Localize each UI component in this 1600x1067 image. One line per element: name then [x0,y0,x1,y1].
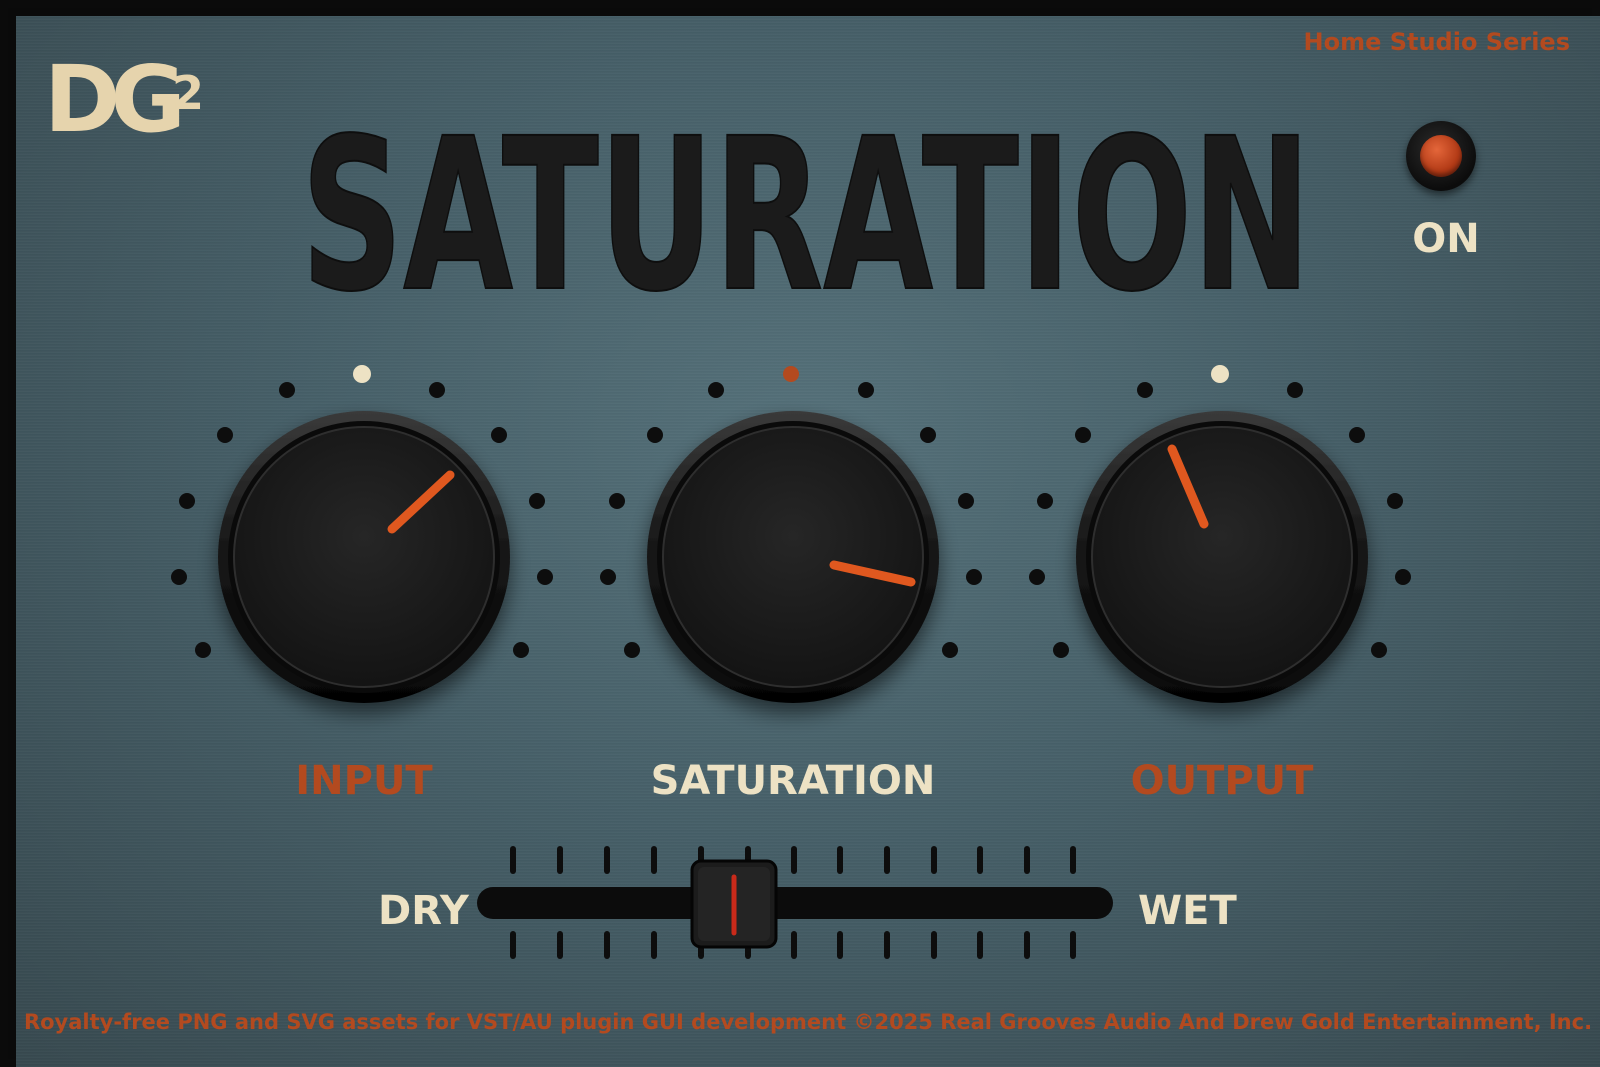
saturation-center-marker [783,366,799,382]
output-center-marker [1211,365,1229,383]
slider-handle[interactable] [690,859,778,949]
input-center-marker [353,365,371,383]
window-frame: Home Studio Series DG 2 SATURATION ON IN… [0,0,1600,1067]
saturation-label: SATURATION [650,758,936,804]
output-label: OUTPUT [1130,758,1314,804]
input-knob[interactable] [171,365,553,703]
slider-ticks-top [510,846,1076,874]
output-knob[interactable] [1029,365,1411,703]
dry-label: DRY [378,888,469,934]
input-label: INPUT [295,758,433,804]
footer-credits: Royalty-free PNG and SVG assets for VST/… [23,1010,1593,1034]
wet-label: WET [1138,888,1237,934]
saturation-knob[interactable] [600,366,982,703]
slider-ticks-bottom [510,931,1076,959]
slider-track[interactable] [477,887,1113,919]
plugin-panel: Home Studio Series DG 2 SATURATION ON IN… [16,16,1600,1067]
dry-wet-slider[interactable] [477,846,1113,959]
